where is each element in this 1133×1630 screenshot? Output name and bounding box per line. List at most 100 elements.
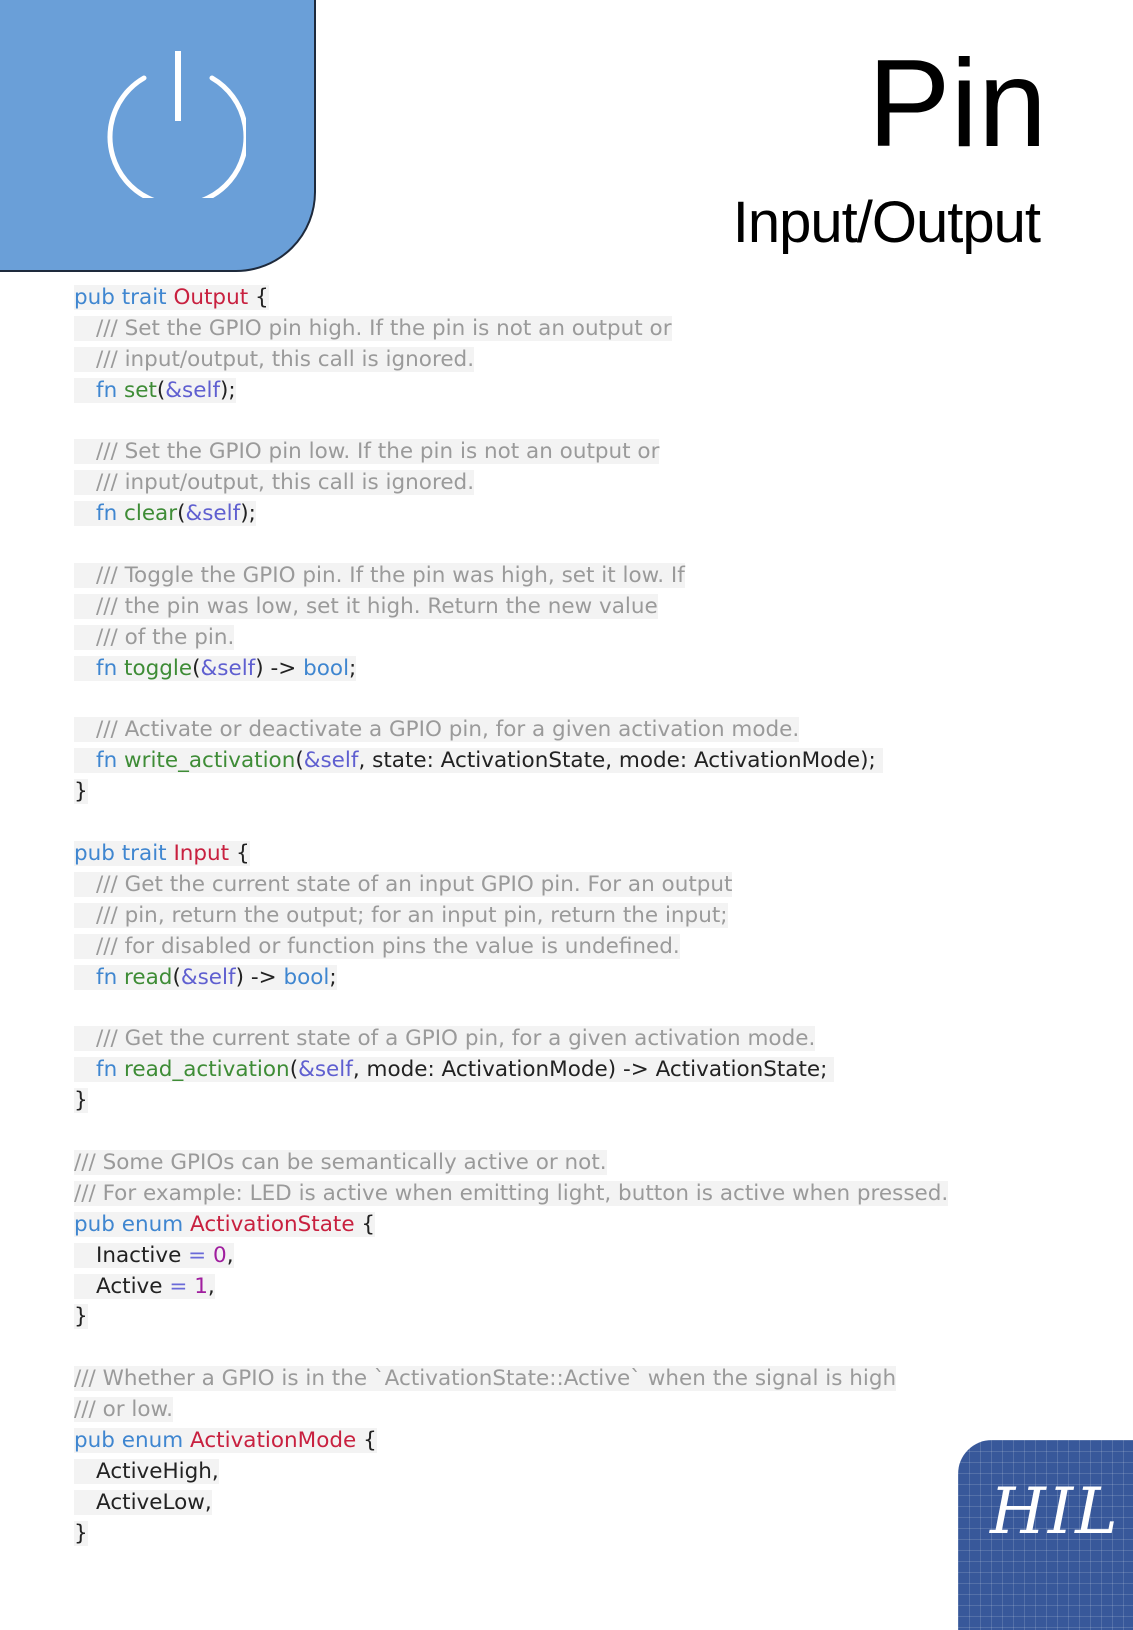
- code-line-content: ActiveHigh,: [74, 1458, 219, 1484]
- code-line-content: ActiveLow,: [74, 1489, 212, 1515]
- code-token: }: [74, 779, 88, 805]
- code-token: ActiveHigh,: [96, 1458, 219, 1484]
- code-token: read_activation: [124, 1057, 290, 1083]
- code-token: /// or low.: [74, 1397, 173, 1423]
- power-icon: [107, 51, 246, 198]
- code-token: , state: ActivationState, mode: Activati…: [358, 748, 883, 774]
- code-line-content: /// pin, return the output; for an input…: [74, 902, 728, 928]
- code-line-content: pub trait Input {: [74, 841, 250, 867]
- code-line-content: pub enum ActivationState {: [74, 1211, 376, 1237]
- code-line-content: fn clear(&self);: [74, 501, 256, 527]
- code-line-content: /// Whether a GPIO is in the `Activation…: [74, 1366, 897, 1392]
- code-line-content: /// for disabled or function pins the va…: [74, 933, 680, 959]
- code-line: pub enum ActivationState {: [74, 1210, 948, 1241]
- code-line-content: }: [74, 779, 88, 805]
- code-token: ActiveLow,: [96, 1489, 212, 1515]
- code-token: /// pin, return the output; for an input…: [96, 902, 728, 928]
- code-token: bool: [283, 964, 330, 990]
- code-line: /// the pin was low, set it high. Return…: [74, 592, 948, 623]
- code-token: , mode: ActivationMode) -> ActivationSta…: [352, 1057, 835, 1083]
- code-line: /// input/output, this call is ignored.: [74, 345, 948, 376]
- code-token: pub trait: [74, 285, 174, 310]
- code-line-content: Active = 1,: [74, 1273, 215, 1299]
- code-token: /// the pin was low, set it high. Return…: [96, 593, 658, 619]
- code-token: (: [295, 748, 304, 774]
- code-token: {: [229, 841, 250, 867]
- code-token: 0: [213, 1242, 227, 1268]
- code-line-content: /// input/output, this call is ignored.: [74, 346, 475, 372]
- code-token: /// Set the GPIO pin low. If the pin is …: [96, 439, 660, 465]
- code-line-content: fn set(&self);: [74, 377, 236, 403]
- code-line: /// Set the GPIO pin low. If the pin is …: [74, 437, 948, 468]
- code-line-content: /// Set the GPIO pin low. If the pin is …: [74, 439, 660, 465]
- code-token: Output: [173, 285, 249, 310]
- code-token: /// input/output, this call is ignored.: [96, 346, 475, 372]
- code-line: /// Get the current state of an input GP…: [74, 870, 948, 901]
- code-line: ActiveHigh,: [74, 1457, 948, 1488]
- code-token: /// Set the GPIO pin high. If the pin is…: [96, 315, 672, 341]
- code-line: /// For example: LED is active when emit…: [74, 1179, 949, 1210]
- code-token: bool: [303, 655, 350, 681]
- code-line-content: /// For example: LED is active when emit…: [74, 1180, 949, 1206]
- code-token: /// Activate or deactivate a GPIO pin, f…: [96, 717, 800, 743]
- code-token: /// input/output, this call is ignored.: [96, 470, 475, 496]
- code-token: (: [172, 964, 181, 990]
- code-token: fn: [96, 501, 125, 527]
- code-line: Inactive = 0,: [74, 1241, 948, 1272]
- code-line: pub trait Input {: [74, 839, 948, 870]
- code-token: fn: [96, 655, 125, 681]
- code-line: /// pin, return the output; for an input…: [74, 901, 948, 932]
- code-line: ActiveLow,: [74, 1488, 948, 1519]
- code-token: &self: [200, 655, 256, 681]
- code-token: =: [169, 1273, 188, 1299]
- code-token: /// Whether a GPIO is in the `Activation…: [74, 1366, 897, 1392]
- code-line-content: /// Activate or deactivate a GPIO pin, f…: [74, 717, 800, 743]
- code-token: fn: [96, 748, 125, 774]
- code-line-content: pub trait Output {: [74, 285, 269, 310]
- code-token: toggle: [124, 655, 193, 681]
- header-badge: [0, 0, 316, 272]
- code-token: /// Get the current state of a GPIO pin,…: [96, 1026, 816, 1052]
- code-token: ) ->: [235, 964, 284, 990]
- code-line-content: fn toggle(&self) -> bool;: [74, 655, 357, 681]
- code-token: write_activation: [124, 748, 296, 774]
- code-line: /// Whether a GPIO is in the `Activation…: [74, 1364, 948, 1395]
- code-token: (: [289, 1057, 299, 1083]
- code-token: ;: [329, 964, 337, 990]
- code-line: fn read(&self) -> bool;: [74, 963, 948, 994]
- code-token: 1: [194, 1273, 208, 1299]
- code-token: &self: [298, 1057, 353, 1083]
- code-line-content: /// Toggle the GPIO pin. If the pin was …: [74, 563, 685, 589]
- page-title: Pin: [867, 35, 1047, 173]
- code-line: fn toggle(&self) -> bool;: [74, 654, 948, 685]
- code-token: Active: [96, 1273, 170, 1299]
- code-token: }: [74, 1304, 88, 1330]
- code-line: }: [74, 1519, 948, 1550]
- code-token: /// of the pin.: [96, 624, 235, 650]
- code-token: =: [188, 1242, 207, 1268]
- code-line: }: [74, 777, 948, 808]
- code-token: Input: [173, 841, 230, 867]
- code-token: }: [74, 1088, 88, 1114]
- code-token: /// Get the current state of an input GP…: [96, 871, 733, 897]
- code-line: /// Toggle the GPIO pin. If the pin was …: [74, 561, 948, 592]
- code-line-content: Inactive = 0,: [74, 1242, 234, 1268]
- code-token: &self: [185, 501, 241, 527]
- code-line-content: /// input/output, this call is ignored.: [74, 470, 475, 496]
- code-line-content: fn read(&self) -> bool;: [74, 964, 337, 990]
- code-line: fn clear(&self);: [74, 499, 948, 530]
- code-token: fn: [96, 964, 125, 990]
- code-token: clear: [124, 501, 178, 527]
- code-line-content: }: [74, 1304, 88, 1330]
- code-token: }: [74, 1520, 88, 1546]
- code-line: /// for disabled or function pins the va…: [74, 932, 948, 963]
- code-token: &self: [303, 748, 359, 774]
- code-token: &self: [180, 964, 236, 990]
- code-line: pub enum ActivationMode {: [74, 1426, 948, 1457]
